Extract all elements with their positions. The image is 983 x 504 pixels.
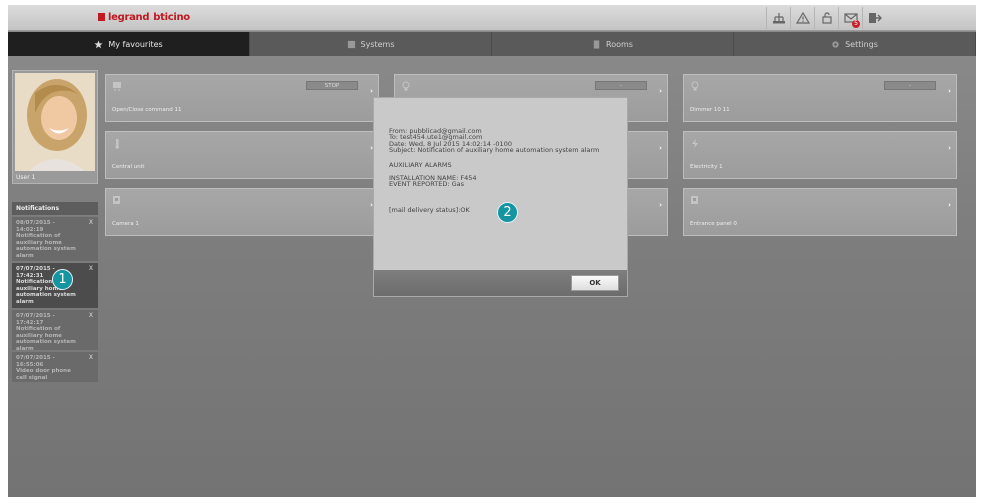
- warning-icon[interactable]: [790, 7, 814, 29]
- mail-icon[interactable]: 5: [838, 7, 862, 29]
- tab-settings[interactable]: Settings: [734, 32, 976, 56]
- thermometer-icon: [115, 139, 119, 149]
- user-profile-card[interactable]: User 1: [12, 70, 98, 184]
- notification-item[interactable]: 07/07/2015 - 17:42:17 Notification of au…: [12, 309, 98, 352]
- intercom-icon: [691, 196, 698, 204]
- stop-button[interactable]: STOP: [306, 81, 358, 90]
- mail-count-badge: 5: [852, 20, 860, 28]
- bulb-icon: [691, 81, 699, 91]
- notification-item[interactable]: 08/07/2015 - 14:02:19 Notification of au…: [12, 216, 98, 261]
- brand-logo: legrand bticino: [98, 12, 190, 23]
- systems-icon: [347, 40, 355, 48]
- network-icon[interactable]: [766, 7, 790, 29]
- chevron-right-icon[interactable]: ›: [948, 144, 951, 152]
- star-icon: [94, 39, 103, 48]
- tab-rooms[interactable]: Rooms: [492, 32, 734, 56]
- chevron-right-icon[interactable]: ›: [659, 201, 662, 209]
- notification-item[interactable]: 07/07/2015 - 16:55:06 Video door phone c…: [12, 351, 98, 382]
- chevron-right-icon[interactable]: ›: [659, 144, 662, 152]
- tile-central-unit[interactable]: › Central unit: [105, 131, 379, 179]
- logout-icon[interactable]: [862, 7, 886, 29]
- user-name: User 1: [16, 174, 36, 181]
- shutter-icon: [113, 82, 121, 91]
- notification-detail-dialog: From: pubblicad@gmail.com To: test454.ute…: [373, 97, 628, 297]
- dimmer-button[interactable]: -: [595, 81, 647, 90]
- tile-open-close-command[interactable]: STOP › Open/Close command 11: [105, 74, 379, 122]
- energy-icon: [692, 139, 698, 148]
- tab-my-favourites[interactable]: My favourites: [8, 32, 250, 56]
- camera-icon: [113, 196, 120, 204]
- app-window: legrand bticino 5 My favourites Systems …: [8, 5, 976, 497]
- tile-entrance-panel[interactable]: › Entrance panel 0: [683, 188, 957, 236]
- header-icons: 5: [766, 7, 886, 29]
- callout-marker-2: 2: [497, 202, 518, 223]
- main-nav: My favourites Systems Rooms Settings: [8, 32, 976, 56]
- close-icon[interactable]: X: [89, 219, 93, 227]
- notifications-title: Notifications: [12, 202, 98, 215]
- dialog-footer: OK: [374, 270, 627, 296]
- lock-icon[interactable]: [814, 7, 838, 29]
- user-avatar: [15, 73, 95, 171]
- chevron-right-icon[interactable]: ›: [948, 201, 951, 209]
- close-icon[interactable]: X: [89, 312, 93, 320]
- close-icon[interactable]: X: [89, 265, 93, 273]
- door-icon: [593, 39, 600, 49]
- ok-button[interactable]: OK: [571, 275, 619, 291]
- dimmer-level-button[interactable]: -: [884, 81, 936, 90]
- close-icon[interactable]: X: [89, 354, 93, 362]
- chevron-right-icon[interactable]: ›: [948, 87, 951, 95]
- chevron-right-icon[interactable]: ›: [659, 87, 662, 95]
- callout-marker-1: 1: [52, 269, 73, 290]
- tile-dimmer[interactable]: - › Dimmer 10 11: [683, 74, 957, 122]
- gear-icon: [832, 40, 839, 48]
- tab-systems[interactable]: Systems: [250, 32, 492, 56]
- mail-body: From: pubblicad@gmail.com To: test454.ute…: [389, 127, 600, 214]
- tile-electricity[interactable]: › Electricity 1: [683, 131, 957, 179]
- bulb-icon: [402, 81, 410, 91]
- top-header: legrand bticino 5: [8, 5, 976, 31]
- tile-camera[interactable]: › Camera 1: [105, 188, 379, 236]
- chevron-right-icon[interactable]: ›: [370, 87, 373, 95]
